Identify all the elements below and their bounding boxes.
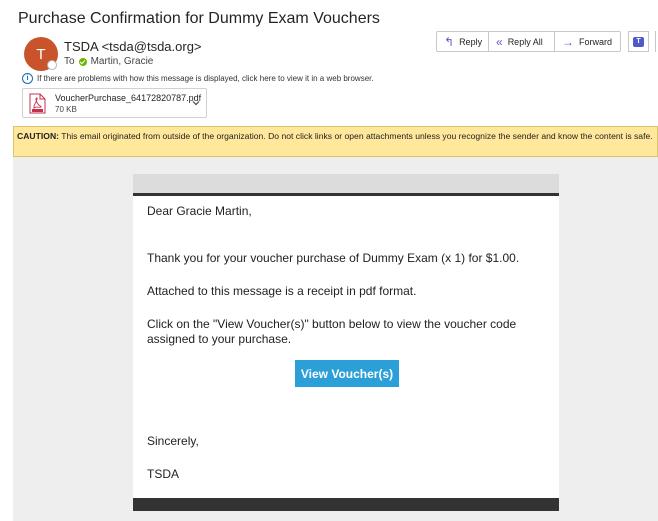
card-header-bar <box>133 174 559 193</box>
teams-button[interactable]: T <box>628 31 649 52</box>
closing-text: Sincerely, <box>147 434 199 448</box>
message-actions: ↰ Reply « Reply All → Forward <box>436 31 621 52</box>
greeting-text: Dear Gracie Martin, <box>147 204 252 218</box>
caution-text: This email originated from outside of th… <box>59 131 653 141</box>
card-footer-bar <box>133 498 559 511</box>
recipient-name[interactable]: Martin, Gracie <box>91 56 154 67</box>
attachment-filename: VoucherPurchase_64172820787.pdf <box>55 93 202 103</box>
caution-label: CAUTION: <box>17 131 60 141</box>
external-caution-banner: CAUTION: This email originated from outs… <box>13 126 658 157</box>
reply-label: Reply <box>459 36 483 47</box>
view-vouchers-button[interactable]: View Voucher(s) <box>295 360 399 387</box>
forward-button[interactable]: → Forward <box>555 31 621 52</box>
info-icon: i <box>22 73 33 84</box>
chevron-down-icon[interactable] <box>190 97 202 109</box>
email-content-card: Dear Gracie Martin, Thank you for your v… <box>133 174 559 511</box>
available-status-icon <box>78 57 87 66</box>
forward-icon: → <box>562 34 574 49</box>
pdf-icon <box>29 93 46 114</box>
sender-line[interactable]: TSDA <tsda@tsda.org> <box>64 39 202 54</box>
info-text[interactable]: If there are problems with how this mess… <box>37 74 374 83</box>
instruction-text: Click on the "View Voucher(s)" button be… <box>147 317 517 346</box>
reply-icon: ↰ <box>444 34 455 49</box>
reply-button[interactable]: ↰ Reply <box>436 31 489 52</box>
email-reading-pane: Purchase Confirmation for Dummy Exam Vou… <box>0 0 658 521</box>
attachment-note-text: Attached to this message is a receipt in… <box>147 284 417 298</box>
display-info-bar[interactable]: i If there are problems with how this me… <box>22 73 374 84</box>
sender-email: <tsda@tsda.org> <box>101 39 202 54</box>
avatar-initial: T <box>36 45 46 63</box>
recipient-line: To Martin, Gracie <box>64 56 153 67</box>
to-label: To <box>64 56 75 67</box>
signature-text: TSDA <box>147 467 180 481</box>
sender-name: TSDA <box>64 39 98 54</box>
presence-status-icon <box>47 60 57 70</box>
card-header-divider <box>133 193 559 196</box>
attachment-size: 70 KB <box>55 105 77 114</box>
email-subject: Purchase Confirmation for Dummy Exam Vou… <box>18 10 380 27</box>
attachment-card[interactable]: VoucherPurchase_64172820787.pdf 70 KB <box>22 88 207 118</box>
forward-label: Forward <box>579 36 613 47</box>
reply-all-label: Reply All <box>507 36 543 47</box>
teams-icon: T <box>633 36 644 47</box>
reply-all-icon: « <box>496 34 503 49</box>
thanks-text: Thank you for your voucher purchase of D… <box>147 251 520 265</box>
reply-all-button[interactable]: « Reply All <box>489 31 555 52</box>
